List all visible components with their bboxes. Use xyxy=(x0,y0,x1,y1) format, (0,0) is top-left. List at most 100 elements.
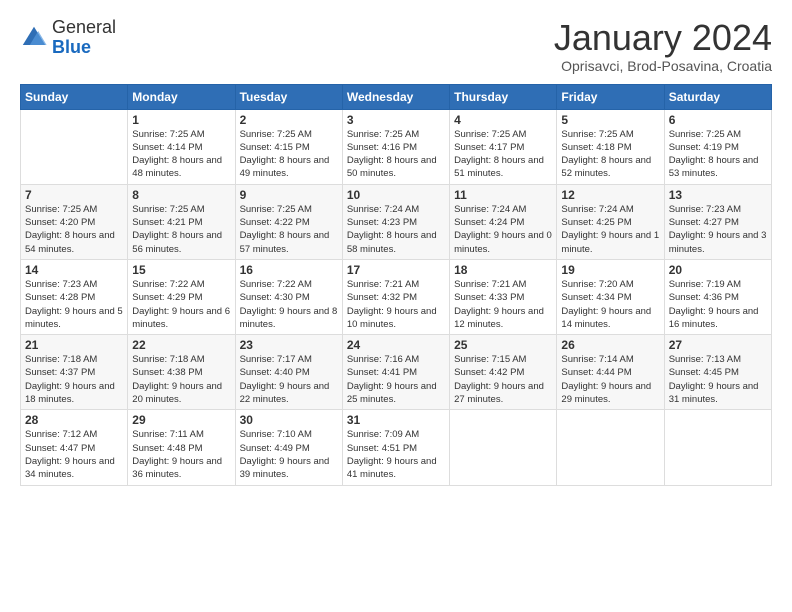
day-info: Sunrise: 7:17 AMSunset: 4:40 PMDaylight:… xyxy=(240,353,338,406)
header: General Blue January 2024 Oprisavci, Bro… xyxy=(20,18,772,74)
calendar-cell: 1Sunrise: 7:25 AMSunset: 4:14 PMDaylight… xyxy=(128,109,235,184)
day-info: Sunrise: 7:21 AMSunset: 4:33 PMDaylight:… xyxy=(454,278,552,331)
day-number: 31 xyxy=(347,413,445,427)
weekday-header-sunday: Sunday xyxy=(21,84,128,109)
day-number: 15 xyxy=(132,263,230,277)
day-number: 9 xyxy=(240,188,338,202)
calendar-cell: 5Sunrise: 7:25 AMSunset: 4:18 PMDaylight… xyxy=(557,109,664,184)
day-number: 2 xyxy=(240,113,338,127)
location-subtitle: Oprisavci, Brod-Posavina, Croatia xyxy=(554,58,772,74)
calendar-cell: 16Sunrise: 7:22 AMSunset: 4:30 PMDayligh… xyxy=(235,259,342,334)
day-number: 23 xyxy=(240,338,338,352)
calendar-cell: 20Sunrise: 7:19 AMSunset: 4:36 PMDayligh… xyxy=(664,259,771,334)
weekday-header-row: SundayMondayTuesdayWednesdayThursdayFrid… xyxy=(21,84,772,109)
calendar-cell xyxy=(450,410,557,485)
day-number: 26 xyxy=(561,338,659,352)
weekday-header-tuesday: Tuesday xyxy=(235,84,342,109)
day-info: Sunrise: 7:10 AMSunset: 4:49 PMDaylight:… xyxy=(240,428,338,481)
day-number: 20 xyxy=(669,263,767,277)
calendar-cell: 10Sunrise: 7:24 AMSunset: 4:23 PMDayligh… xyxy=(342,184,449,259)
calendar-cell: 23Sunrise: 7:17 AMSunset: 4:40 PMDayligh… xyxy=(235,335,342,410)
calendar-cell: 26Sunrise: 7:14 AMSunset: 4:44 PMDayligh… xyxy=(557,335,664,410)
day-info: Sunrise: 7:25 AMSunset: 4:22 PMDaylight:… xyxy=(240,203,338,256)
calendar-cell: 6Sunrise: 7:25 AMSunset: 4:19 PMDaylight… xyxy=(664,109,771,184)
day-info: Sunrise: 7:24 AMSunset: 4:23 PMDaylight:… xyxy=(347,203,445,256)
calendar-cell: 8Sunrise: 7:25 AMSunset: 4:21 PMDaylight… xyxy=(128,184,235,259)
calendar-week-1: 1Sunrise: 7:25 AMSunset: 4:14 PMDaylight… xyxy=(21,109,772,184)
title-block: January 2024 Oprisavci, Brod-Posavina, C… xyxy=(554,18,772,74)
day-number: 4 xyxy=(454,113,552,127)
day-number: 8 xyxy=(132,188,230,202)
day-info: Sunrise: 7:25 AMSunset: 4:20 PMDaylight:… xyxy=(25,203,123,256)
day-number: 17 xyxy=(347,263,445,277)
weekday-header-wednesday: Wednesday xyxy=(342,84,449,109)
day-info: Sunrise: 7:16 AMSunset: 4:41 PMDaylight:… xyxy=(347,353,445,406)
day-info: Sunrise: 7:14 AMSunset: 4:44 PMDaylight:… xyxy=(561,353,659,406)
logo-text: General Blue xyxy=(52,18,116,58)
day-number: 13 xyxy=(669,188,767,202)
weekday-header-friday: Friday xyxy=(557,84,664,109)
day-info: Sunrise: 7:25 AMSunset: 4:18 PMDaylight:… xyxy=(561,128,659,181)
calendar-cell: 24Sunrise: 7:16 AMSunset: 4:41 PMDayligh… xyxy=(342,335,449,410)
calendar-week-3: 14Sunrise: 7:23 AMSunset: 4:28 PMDayligh… xyxy=(21,259,772,334)
day-info: Sunrise: 7:25 AMSunset: 4:15 PMDaylight:… xyxy=(240,128,338,181)
day-number: 1 xyxy=(132,113,230,127)
calendar-cell: 9Sunrise: 7:25 AMSunset: 4:22 PMDaylight… xyxy=(235,184,342,259)
calendar-cell: 13Sunrise: 7:23 AMSunset: 4:27 PMDayligh… xyxy=(664,184,771,259)
day-info: Sunrise: 7:12 AMSunset: 4:47 PMDaylight:… xyxy=(25,428,123,481)
calendar-cell: 7Sunrise: 7:25 AMSunset: 4:20 PMDaylight… xyxy=(21,184,128,259)
calendar-cell: 11Sunrise: 7:24 AMSunset: 4:24 PMDayligh… xyxy=(450,184,557,259)
page: General Blue January 2024 Oprisavci, Bro… xyxy=(0,0,792,496)
calendar-week-5: 28Sunrise: 7:12 AMSunset: 4:47 PMDayligh… xyxy=(21,410,772,485)
calendar-cell: 25Sunrise: 7:15 AMSunset: 4:42 PMDayligh… xyxy=(450,335,557,410)
day-info: Sunrise: 7:25 AMSunset: 4:17 PMDaylight:… xyxy=(454,128,552,181)
day-info: Sunrise: 7:25 AMSunset: 4:19 PMDaylight:… xyxy=(669,128,767,181)
calendar-cell xyxy=(664,410,771,485)
month-title: January 2024 xyxy=(554,18,772,58)
day-number: 16 xyxy=(240,263,338,277)
day-number: 11 xyxy=(454,188,552,202)
day-number: 21 xyxy=(25,338,123,352)
day-info: Sunrise: 7:11 AMSunset: 4:48 PMDaylight:… xyxy=(132,428,230,481)
calendar-cell: 2Sunrise: 7:25 AMSunset: 4:15 PMDaylight… xyxy=(235,109,342,184)
day-info: Sunrise: 7:21 AMSunset: 4:32 PMDaylight:… xyxy=(347,278,445,331)
day-info: Sunrise: 7:15 AMSunset: 4:42 PMDaylight:… xyxy=(454,353,552,406)
day-number: 29 xyxy=(132,413,230,427)
day-number: 30 xyxy=(240,413,338,427)
day-number: 6 xyxy=(669,113,767,127)
day-info: Sunrise: 7:25 AMSunset: 4:21 PMDaylight:… xyxy=(132,203,230,256)
calendar-cell: 28Sunrise: 7:12 AMSunset: 4:47 PMDayligh… xyxy=(21,410,128,485)
calendar-cell xyxy=(557,410,664,485)
day-info: Sunrise: 7:24 AMSunset: 4:25 PMDaylight:… xyxy=(561,203,659,256)
logo-icon xyxy=(20,24,48,52)
day-number: 3 xyxy=(347,113,445,127)
day-info: Sunrise: 7:09 AMSunset: 4:51 PMDaylight:… xyxy=(347,428,445,481)
calendar-table: SundayMondayTuesdayWednesdayThursdayFrid… xyxy=(20,84,772,486)
calendar-cell: 4Sunrise: 7:25 AMSunset: 4:17 PMDaylight… xyxy=(450,109,557,184)
day-info: Sunrise: 7:23 AMSunset: 4:27 PMDaylight:… xyxy=(669,203,767,256)
day-number: 12 xyxy=(561,188,659,202)
calendar-cell: 29Sunrise: 7:11 AMSunset: 4:48 PMDayligh… xyxy=(128,410,235,485)
weekday-header-monday: Monday xyxy=(128,84,235,109)
day-number: 18 xyxy=(454,263,552,277)
day-info: Sunrise: 7:19 AMSunset: 4:36 PMDaylight:… xyxy=(669,278,767,331)
calendar-cell: 15Sunrise: 7:22 AMSunset: 4:29 PMDayligh… xyxy=(128,259,235,334)
weekday-header-saturday: Saturday xyxy=(664,84,771,109)
logo-blue: Blue xyxy=(52,37,91,57)
day-info: Sunrise: 7:18 AMSunset: 4:38 PMDaylight:… xyxy=(132,353,230,406)
day-number: 28 xyxy=(25,413,123,427)
calendar-cell: 3Sunrise: 7:25 AMSunset: 4:16 PMDaylight… xyxy=(342,109,449,184)
day-info: Sunrise: 7:13 AMSunset: 4:45 PMDaylight:… xyxy=(669,353,767,406)
day-info: Sunrise: 7:22 AMSunset: 4:30 PMDaylight:… xyxy=(240,278,338,331)
calendar-cell: 19Sunrise: 7:20 AMSunset: 4:34 PMDayligh… xyxy=(557,259,664,334)
day-info: Sunrise: 7:23 AMSunset: 4:28 PMDaylight:… xyxy=(25,278,123,331)
calendar-cell: 18Sunrise: 7:21 AMSunset: 4:33 PMDayligh… xyxy=(450,259,557,334)
day-number: 10 xyxy=(347,188,445,202)
logo-general: General xyxy=(52,17,116,37)
calendar-cell: 14Sunrise: 7:23 AMSunset: 4:28 PMDayligh… xyxy=(21,259,128,334)
day-info: Sunrise: 7:20 AMSunset: 4:34 PMDaylight:… xyxy=(561,278,659,331)
day-info: Sunrise: 7:22 AMSunset: 4:29 PMDaylight:… xyxy=(132,278,230,331)
day-number: 7 xyxy=(25,188,123,202)
calendar-cell: 17Sunrise: 7:21 AMSunset: 4:32 PMDayligh… xyxy=(342,259,449,334)
day-number: 27 xyxy=(669,338,767,352)
